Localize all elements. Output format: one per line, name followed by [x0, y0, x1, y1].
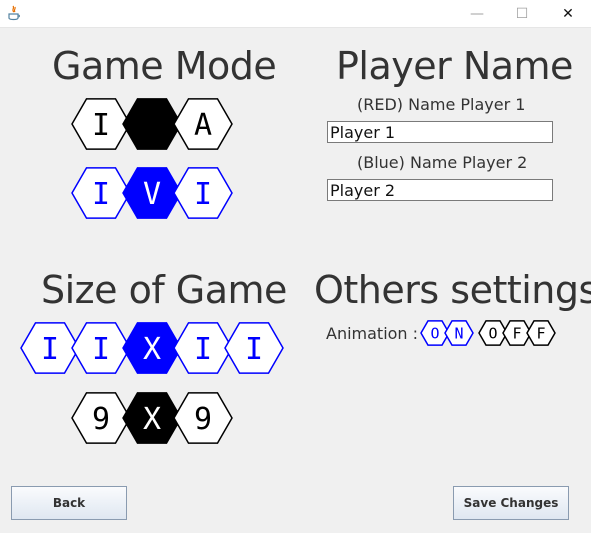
game-mode-option[interactable]: A	[173, 98, 233, 150]
board-size-option-label: I	[41, 332, 59, 367]
game-mode-vs-option[interactable]: I	[71, 167, 131, 219]
board-size-value-label: 9	[194, 402, 212, 437]
hex-option-layer: I AI V II I X I I9 X 9O N O F F	[20, 98, 556, 444]
board-size-option[interactable]: I	[224, 322, 284, 374]
board-size-value[interactable]: 9	[71, 392, 131, 444]
board-size-value[interactable]: X	[122, 392, 182, 444]
board-size-option-label: I	[245, 332, 263, 367]
board-size-option[interactable]: I	[20, 322, 80, 374]
game-mode-vs-option-label: V	[143, 177, 161, 212]
game-mode-option[interactable]: I	[71, 98, 131, 150]
animation-off-option[interactable]: F	[526, 320, 556, 346]
board-size-option[interactable]: I	[173, 322, 233, 374]
animation-off-option-label: O	[488, 324, 497, 342]
animation-on-option[interactable]: N	[444, 320, 474, 346]
board-size-option-label: I	[194, 332, 212, 367]
board-size-option[interactable]: X	[122, 322, 182, 374]
board-size-option-label: I	[92, 332, 110, 367]
board-size-option[interactable]: I	[71, 322, 131, 374]
animation-on-option-label: O	[430, 324, 439, 342]
board-size-value-label: X	[143, 402, 161, 437]
board-size-option-label: X	[143, 332, 161, 367]
animation-on-option-label: N	[454, 324, 463, 342]
animation-off-option-label: F	[536, 324, 545, 342]
game-mode-vs-option-label: I	[92, 177, 110, 212]
game-mode-option[interactable]	[122, 98, 182, 150]
game-mode-vs-option-label: I	[194, 177, 212, 212]
game-mode-vs-option[interactable]: V	[122, 167, 182, 219]
board-size-value[interactable]: 9	[173, 392, 233, 444]
game-mode-option-label: A	[194, 108, 212, 143]
game-mode-vs-option[interactable]: I	[173, 167, 233, 219]
game-mode-option-label: I	[92, 108, 110, 143]
animation-off-option-label: F	[512, 324, 521, 342]
board-size-value-label: 9	[92, 402, 110, 437]
